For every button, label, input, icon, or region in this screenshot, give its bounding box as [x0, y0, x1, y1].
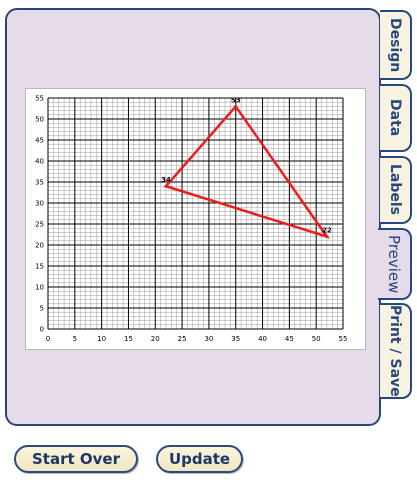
start-over-button[interactable]: Start Over	[14, 445, 138, 473]
y-tick-label: 45	[35, 137, 44, 145]
y-tick-label: 35	[35, 179, 44, 187]
tab-print-save[interactable]: Print / Save	[380, 303, 412, 399]
y-tick-label: 10	[35, 284, 44, 292]
tab-design-label: Design	[387, 17, 403, 73]
data-point	[234, 104, 238, 108]
x-tick-label: 55	[339, 335, 348, 343]
x-tick-label: 0	[46, 335, 50, 343]
x-tick-label: 15	[124, 335, 133, 343]
y-tick-label: 55	[35, 95, 44, 103]
tab-data-label: Data	[387, 99, 403, 137]
data-point	[325, 235, 329, 239]
y-tick-label: 15	[35, 263, 44, 271]
tab-design[interactable]: Design	[380, 10, 412, 80]
y-tick-label: 25	[35, 221, 44, 229]
tab-labels-label: Labels	[387, 164, 403, 216]
data-label: 22	[322, 227, 332, 235]
x-tick-label: 40	[258, 335, 267, 343]
x-tick-label: 25	[178, 335, 187, 343]
x-tick-label: 20	[151, 335, 160, 343]
y-tick-label: 20	[35, 242, 44, 250]
x-tick-label: 30	[204, 335, 213, 343]
y-tick-label: 30	[35, 200, 44, 208]
x-tick-label: 10	[97, 335, 106, 343]
tab-labels[interactable]: Labels	[380, 156, 412, 224]
x-tick-label: 35	[231, 335, 240, 343]
preview-panel: 0 5 10 15 20 25 30 35 40 45 50 55 0 5 10 15 20 25 30 35 40 45…	[5, 8, 381, 426]
update-button[interactable]: Update	[156, 445, 243, 473]
x-tick-label: 5	[73, 335, 77, 343]
x-tick-label: 45	[285, 335, 294, 343]
y-tick-label: 0	[40, 326, 44, 334]
chart: 0 5 10 15 20 25 30 35 40 45 50 55 0 5 10 15 20 25 30 35 40 45…	[35, 95, 348, 344]
tab-data[interactable]: Data	[380, 84, 412, 152]
data-label: 53	[231, 96, 241, 104]
x-tick-label: 50	[312, 335, 321, 343]
data-label: 34	[161, 176, 171, 184]
tab-preview-label: Preview	[385, 234, 403, 294]
tab-print-save-label: Print / Save	[387, 305, 403, 397]
chart-frame: 0 5 10 15 20 25 30 35 40 45 50 55 0 5 10 15 20 25 30 35 40 45…	[25, 88, 366, 350]
y-tick-label: 5	[40, 305, 44, 313]
y-tick-label: 40	[35, 158, 44, 166]
tab-preview[interactable]: Preview	[378, 228, 412, 300]
data-point	[164, 184, 168, 188]
y-tick-label: 50	[35, 116, 44, 124]
